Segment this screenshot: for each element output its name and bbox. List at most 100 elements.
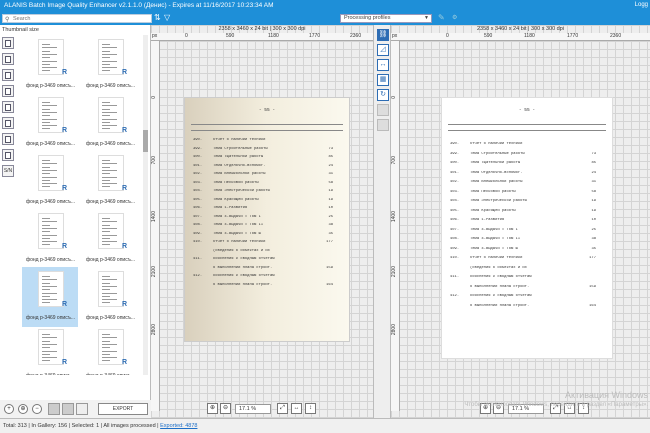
- table-rule: [448, 130, 606, 131]
- original-viewer[interactable]: 2358 x 3460 x 24 bit | 300 x 300 dpi px …: [151, 25, 373, 418]
- thumbnail-item[interactable]: Rфонд р-3469 описъ...: [82, 209, 138, 269]
- processed-badge: R: [62, 185, 68, 192]
- processed-badge: R: [62, 69, 68, 76]
- row-number: 407.: [193, 214, 203, 219]
- row-text: Тема 4-Выдачи = Том II: [213, 223, 264, 227]
- grid-view-icon[interactable]: [48, 403, 60, 415]
- tool-page-icon[interactable]: [2, 53, 14, 65]
- row-text: Тема Внешкольной работы: [213, 172, 266, 176]
- thumbnail-item[interactable]: Rфонд р-3469 описъ...: [22, 325, 78, 375]
- sync-link-icon[interactable]: ⛓: [377, 29, 389, 41]
- row-text: Тема Строительные работы: [213, 146, 268, 151]
- thumbnail-item[interactable]: Rфонд р-3469 описъ...: [22, 209, 78, 269]
- row-number: 411.: [450, 275, 460, 279]
- side-tools: S/N: [2, 37, 16, 181]
- thumbnail-image: [98, 97, 124, 133]
- search-box[interactable]: ⚲: [2, 14, 152, 23]
- table-row: 411. Пояснения к сводным отчетам: [450, 275, 604, 280]
- fit-height-icon[interactable]: ↕: [305, 403, 316, 414]
- zoom-out-icon[interactable]: ⊖: [220, 403, 231, 414]
- row-number: 402.: [193, 172, 203, 176]
- text-line: [102, 166, 110, 168]
- thumbnail-item[interactable]: Rфонд р-3469 описъ...: [82, 325, 138, 375]
- tool-page-icon[interactable]: [2, 69, 14, 81]
- thumbnail-item[interactable]: Rфонд р-3469 описъ...: [22, 35, 78, 95]
- text-line: [102, 118, 117, 120]
- table-row: 402. Тема Внешкольной работы 31: [193, 172, 341, 177]
- search-input[interactable]: [13, 15, 143, 22]
- table-row: 390. Отчет о наличии техники: [450, 142, 604, 147]
- filter-icon[interactable]: ▽: [164, 13, 170, 22]
- text-line: [42, 128, 50, 130]
- thumbnail-image: [98, 329, 124, 365]
- zoom-in-icon[interactable]: ⊕: [207, 403, 218, 414]
- grid-icon[interactable]: ▦: [377, 74, 389, 86]
- thumbnail-caption: фонд р-3469 описъ...: [26, 141, 75, 147]
- refresh-icon[interactable]: ↻: [377, 89, 389, 101]
- exported-link[interactable]: Exported: 4878: [160, 423, 197, 429]
- table-row: 410. Отчет о наличии техники 177: [193, 240, 341, 245]
- tool-page-icon[interactable]: [2, 37, 14, 49]
- thumbnail-item[interactable]: Rфонд р-3469 описъ...: [22, 93, 78, 153]
- text-line: [102, 231, 110, 233]
- login-link[interactable]: Logg: [635, 2, 648, 8]
- table-row: 407. Тема 4-Выдачи = Том I 25: [450, 228, 604, 233]
- text-line: [42, 125, 57, 127]
- text-line: [42, 237, 50, 239]
- disabled-tool-icon[interactable]: [377, 119, 389, 131]
- deskew-icon[interactable]: ◿: [377, 44, 389, 56]
- thumbnail-item[interactable]: Rфонд р-3469 описъ...: [82, 267, 138, 327]
- edit-icon[interactable]: ✎: [438, 13, 445, 22]
- page-icon: [5, 56, 11, 63]
- row-number: 406.: [450, 218, 460, 222]
- text-line: [42, 108, 50, 110]
- tool-page-icon[interactable]: [2, 117, 14, 129]
- scroll-thumb[interactable]: [143, 130, 148, 152]
- text-line: [102, 70, 110, 72]
- text-line: [102, 60, 117, 62]
- thumbnail-item[interactable]: Rфонд р-3469 описъ...: [82, 35, 138, 95]
- processing-profiles-select[interactable]: Processing profiles ▼: [340, 14, 432, 23]
- tool-page-icon[interactable]: [2, 149, 14, 161]
- comparison-toolbar: ⛓ ◿ ↔ ▦ ↻: [373, 25, 391, 418]
- text-line: [42, 340, 50, 342]
- text-line: [42, 102, 50, 103]
- thumbnail-caption: фонд р-3469 описъ...: [26, 315, 75, 321]
- text-line: [102, 292, 117, 294]
- thumbnail-item[interactable]: Rфонд р-3469 описъ...: [82, 93, 138, 153]
- remove-icon[interactable]: −: [32, 404, 42, 414]
- gallery-scrollbar[interactable]: [143, 35, 148, 375]
- fit-width-icon[interactable]: ↔: [291, 403, 302, 414]
- tool-folder-icon[interactable]: [2, 101, 14, 113]
- list-view-icon[interactable]: [62, 403, 74, 415]
- thumbnail-item[interactable]: Rфонд р-3469 описъ...: [22, 267, 78, 327]
- zoom-level-select[interactable]: 17.1 %: [235, 404, 271, 414]
- sort-icon[interactable]: ⇅: [154, 13, 161, 22]
- tool-page-icon[interactable]: [2, 85, 14, 97]
- text-line: [102, 347, 110, 349]
- row-value: 177: [326, 240, 333, 244]
- ruler-tick: 700: [391, 156, 397, 165]
- thumbnail-item[interactable]: Rфонд р-3469 описъ...: [22, 151, 78, 211]
- add-icon[interactable]: +: [4, 404, 14, 414]
- ruler-tick: 2360: [610, 33, 622, 39]
- text-line: [102, 350, 117, 352]
- processed-viewer[interactable]: 2358 x 3460 x 24 bit | 300 x 300 dpi px …: [391, 25, 650, 418]
- width-icon[interactable]: ↔: [377, 59, 389, 71]
- processed-badge: R: [122, 185, 128, 192]
- thumbnail-item[interactable]: Rфонд р-3469 описъ...: [82, 151, 138, 211]
- text-line: [102, 285, 117, 287]
- fit-page-icon[interactable]: ⤢: [277, 403, 288, 414]
- row-number: 410.: [193, 240, 203, 244]
- properties-icon[interactable]: [76, 403, 88, 415]
- ruler-tick: 590: [226, 33, 235, 39]
- tool-page-icon[interactable]: [2, 133, 14, 145]
- settings-icon[interactable]: ⚙: [452, 14, 457, 21]
- text-line: [102, 241, 117, 243]
- thumbnail-grid: Rфонд р-3469 описъ... Rфонд р-3469 описъ.…: [22, 35, 140, 375]
- sn-button[interactable]: S/N: [2, 165, 14, 177]
- disabled-tool-icon[interactable]: [377, 104, 389, 116]
- add-folder-icon[interactable]: ⊕: [18, 404, 28, 414]
- export-button[interactable]: EXPORT: [98, 403, 148, 415]
- row-text: Тема 1-Развития: [213, 206, 248, 210]
